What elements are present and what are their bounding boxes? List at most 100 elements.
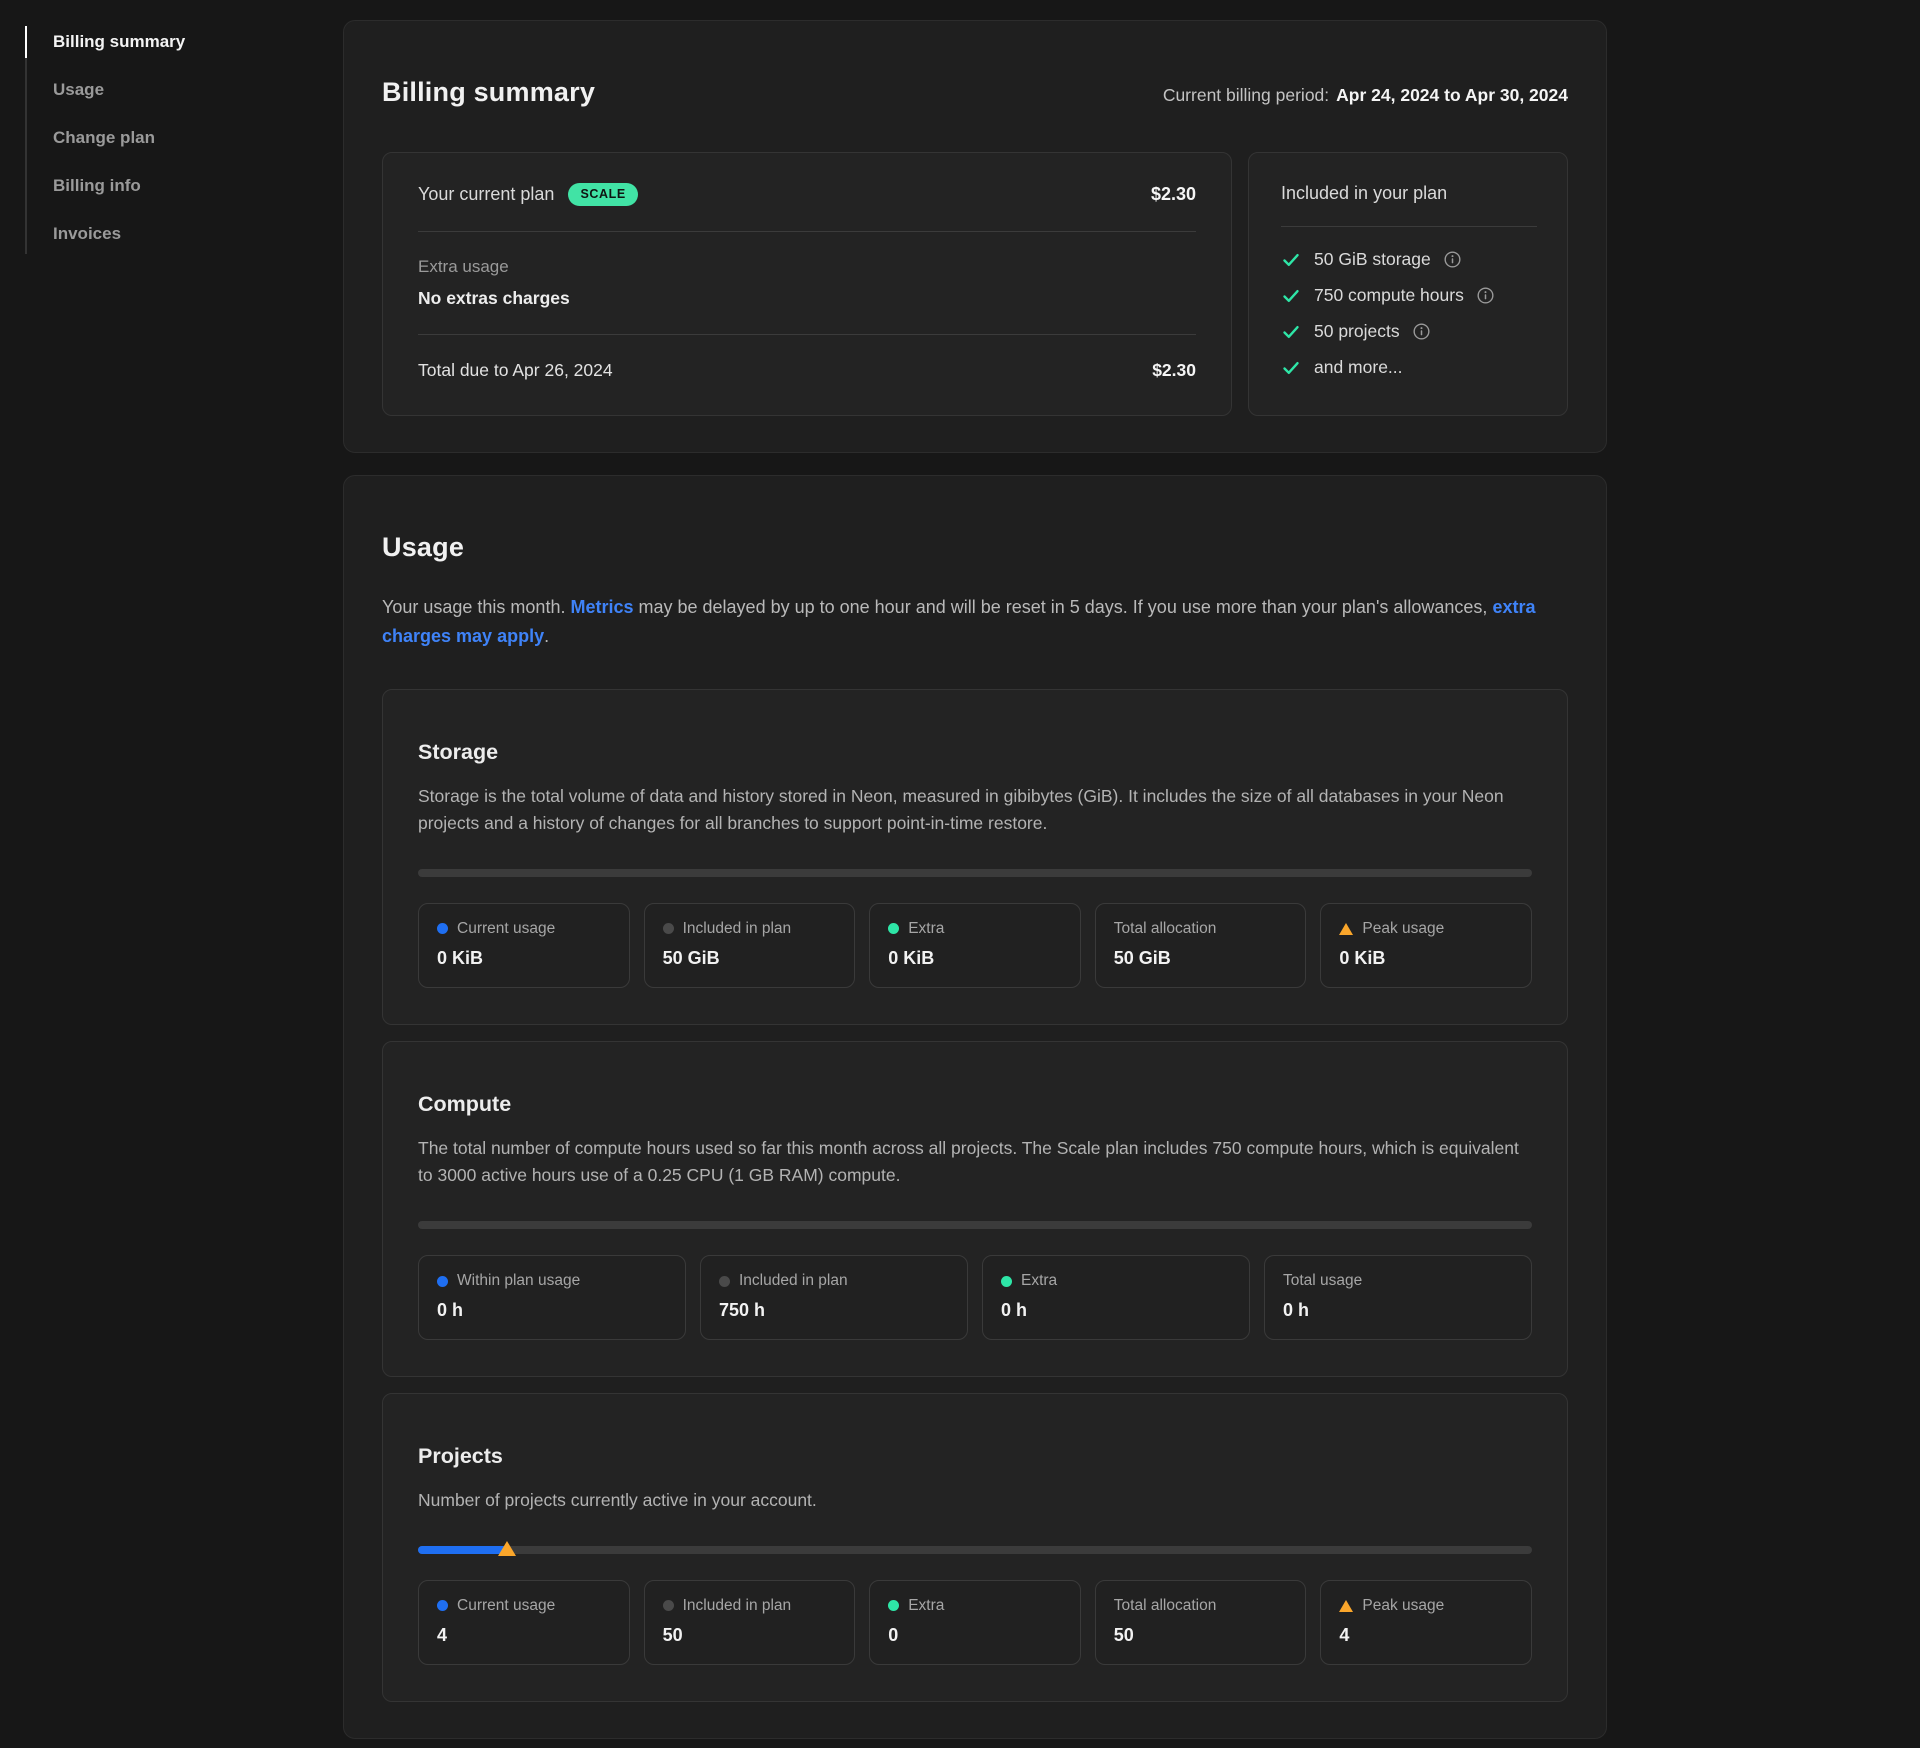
storage-stats-row: Current usage 0 KiB Included in plan 50 … (418, 903, 1532, 988)
stat-value: 0 KiB (1339, 948, 1513, 969)
included-item-label: and more... (1314, 357, 1403, 378)
divider (418, 231, 1196, 232)
compute-section-title: Compute (418, 1092, 1532, 1117)
stat-tile-included-in-plan: Included in plan 750 h (700, 1255, 968, 1340)
divider (1281, 226, 1537, 227)
usage-intro-text: Your usage this month. (382, 597, 570, 617)
stat-value: 50 GiB (1114, 948, 1288, 969)
billing-period-value: Apr 24, 2024 to Apr 30, 2024 (1336, 85, 1568, 105)
included-dot (663, 1600, 674, 1611)
compute-section-description: The total number of compute hours used s… (418, 1135, 1532, 1189)
stat-label: Extra (908, 920, 944, 938)
total-due-row: Total due to Apr 26, 2024 $2.30 (418, 360, 1196, 381)
stat-value: 4 (1339, 1625, 1513, 1646)
included-in-plan-title: Included in your plan (1281, 183, 1537, 204)
usage-intro-text: may be delayed by up to one hour and wil… (634, 597, 1493, 617)
check-icon (1281, 358, 1301, 378)
stat-value: 50 (1114, 1625, 1288, 1646)
main-content: Billing summary Current billing period:A… (343, 0, 1920, 1748)
current-plan-row: Your current plan SCALE $2.30 (418, 183, 1196, 206)
current-plan-label: Your current plan (418, 184, 554, 205)
current-plan-label-group: Your current plan SCALE (418, 183, 638, 206)
page: Billing summary Usage Change plan Billin… (0, 0, 1920, 1748)
extra-dot (1001, 1276, 1012, 1287)
extra-usage-label: Extra usage (418, 257, 1196, 277)
stat-tile-extra: Extra 0 h (982, 1255, 1250, 1340)
stat-tile-extra: Extra 0 (869, 1580, 1081, 1665)
stat-tile-current-usage: Current usage 4 (418, 1580, 630, 1665)
billing-summary-body: Your current plan SCALE $2.30 Extra usag… (382, 152, 1568, 416)
peak-usage-triangle-icon (1339, 1600, 1353, 1612)
stat-label: Peak usage (1362, 920, 1444, 938)
included-item-compute: 750 compute hours (1281, 285, 1537, 306)
included-item-label: 50 projects (1314, 321, 1400, 342)
plan-scale-badge: SCALE (568, 183, 637, 206)
included-item-label: 750 compute hours (1314, 285, 1464, 306)
stat-value: 0 KiB (437, 948, 611, 969)
within-plan-usage-dot (437, 1276, 448, 1287)
stat-label: Included in plan (739, 1272, 848, 1290)
stat-value: 50 (663, 1625, 837, 1646)
billing-period: Current billing period:Apr 24, 2024 to A… (1163, 85, 1568, 106)
stat-label: Extra (908, 1597, 944, 1615)
included-item-more: and more... (1281, 357, 1537, 378)
check-icon (1281, 286, 1301, 306)
info-icon[interactable] (1477, 287, 1494, 304)
stat-label: Included in plan (683, 920, 792, 938)
stat-value: 0 KiB (888, 948, 1062, 969)
included-in-plan-list: 50 GiB storage 750 compute hours (1281, 249, 1537, 378)
current-usage-dot (437, 1600, 448, 1611)
storage-section-description: Storage is the total volume of data and … (418, 783, 1532, 837)
billing-nav: Billing summary Usage Change plan Billin… (25, 18, 343, 258)
metrics-link[interactable]: Metrics (570, 597, 633, 617)
divider (418, 334, 1196, 335)
stat-tile-current-usage: Current usage 0 KiB (418, 903, 630, 988)
billing-summary-card: Billing summary Current billing period:A… (343, 20, 1607, 453)
included-item-label: 50 GiB storage (1314, 249, 1431, 270)
compute-progress-bar (418, 1221, 1532, 1229)
stat-tile-within-plan-usage: Within plan usage 0 h (418, 1255, 686, 1340)
included-dot (663, 923, 674, 934)
stat-tile-peak-usage: Peak usage 4 (1320, 1580, 1532, 1665)
stat-value: 0 (888, 1625, 1062, 1646)
compute-stats-row: Within plan usage 0 h Included in plan 7… (418, 1255, 1532, 1340)
sidebar-item-change-plan[interactable]: Change plan (25, 114, 343, 162)
included-item-projects: 50 projects (1281, 321, 1537, 342)
current-usage-dot (437, 923, 448, 934)
usage-intro: Your usage this month. Metrics may be de… (382, 593, 1544, 651)
stat-tile-total-allocation: Total allocation 50 GiB (1095, 903, 1307, 988)
sidebar-item-billing-summary[interactable]: Billing summary (25, 18, 343, 66)
check-icon (1281, 322, 1301, 342)
stat-label: Total usage (1283, 1272, 1362, 1290)
projects-section-title: Projects (418, 1444, 1532, 1469)
included-item-storage: 50 GiB storage (1281, 249, 1537, 270)
sidebar-item-usage[interactable]: Usage (25, 66, 343, 114)
info-icon[interactable] (1413, 323, 1430, 340)
stat-label: Total allocation (1114, 1597, 1217, 1615)
plan-amount: $2.30 (1151, 184, 1196, 205)
usage-title: Usage (382, 532, 1568, 563)
projects-section-description: Number of projects currently active in y… (418, 1487, 1532, 1514)
stat-tile-included-in-plan: Included in plan 50 GiB (644, 903, 856, 988)
billing-sidebar: Billing summary Usage Change plan Billin… (0, 0, 343, 1748)
usage-card: Usage Your usage this month. Metrics may… (343, 475, 1607, 1739)
peak-usage-triangle-icon (1339, 923, 1353, 935)
stat-label: Total allocation (1114, 920, 1217, 938)
total-due-amount: $2.30 (1152, 360, 1196, 381)
stat-tile-total-allocation: Total allocation 50 (1095, 1580, 1307, 1665)
included-dot (719, 1276, 730, 1287)
stat-label: Within plan usage (457, 1272, 580, 1290)
sidebar-item-invoices[interactable]: Invoices (25, 210, 343, 258)
stat-label: Current usage (457, 920, 555, 938)
stat-value: 750 h (719, 1300, 949, 1321)
included-in-plan-card: Included in your plan 50 GiB storage (1248, 152, 1568, 416)
stat-value: 0 h (437, 1300, 667, 1321)
current-plan-card: Your current plan SCALE $2.30 Extra usag… (382, 152, 1232, 416)
billing-summary-header: Billing summary Current billing period:A… (382, 59, 1568, 126)
storage-section: Storage Storage is the total volume of d… (382, 689, 1568, 1025)
stat-value: 4 (437, 1625, 611, 1646)
sidebar-item-billing-info[interactable]: Billing info (25, 162, 343, 210)
extra-usage-value: No extras charges (418, 288, 1196, 309)
info-icon[interactable] (1444, 251, 1461, 268)
stat-value: 0 h (1001, 1300, 1231, 1321)
